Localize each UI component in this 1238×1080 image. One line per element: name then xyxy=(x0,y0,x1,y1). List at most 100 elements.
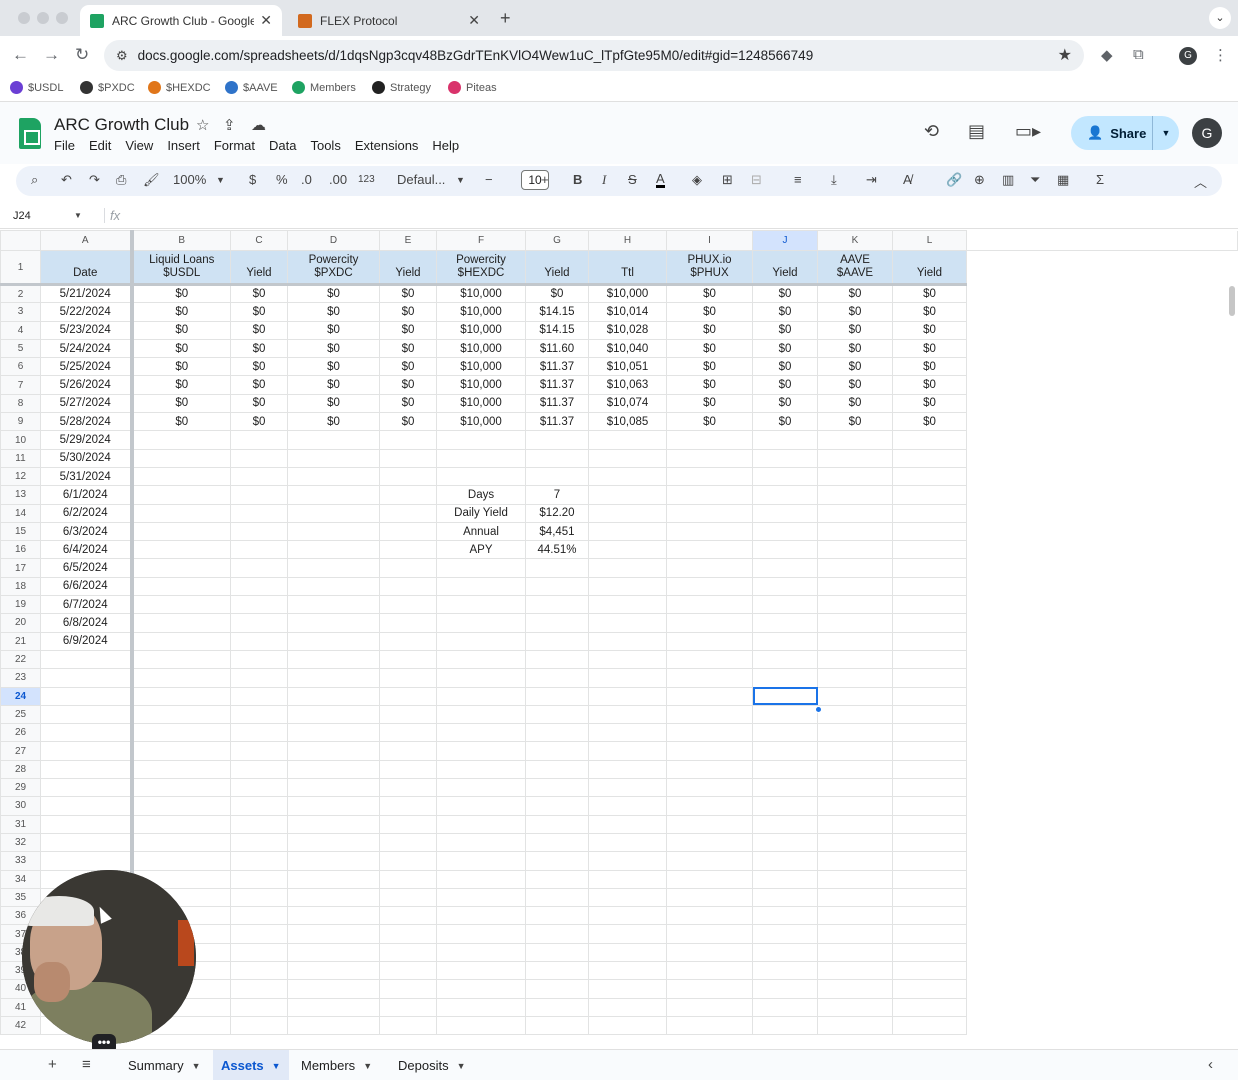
bookmark-item[interactable]: Piteas xyxy=(448,81,497,94)
cell[interactable]: $0 xyxy=(666,338,753,359)
cell[interactable] xyxy=(287,521,380,542)
cell[interactable] xyxy=(588,832,667,853)
cell[interactable] xyxy=(752,466,818,487)
cell[interactable] xyxy=(230,814,288,834)
cell[interactable] xyxy=(525,942,589,962)
cell[interactable] xyxy=(131,832,231,853)
cell[interactable] xyxy=(817,466,893,487)
cell[interactable] xyxy=(666,558,753,578)
cell[interactable] xyxy=(287,503,380,523)
cell[interactable] xyxy=(817,924,893,944)
cell[interactable] xyxy=(436,576,526,597)
cell[interactable] xyxy=(287,906,380,926)
cell[interactable] xyxy=(436,869,526,889)
cell[interactable] xyxy=(892,796,967,816)
cell[interactable] xyxy=(752,997,818,1017)
cell[interactable] xyxy=(230,979,288,999)
cell[interactable]: $10,000 xyxy=(436,375,526,395)
column-title-cell[interactable]: Liquid Loans $USDL xyxy=(131,250,231,286)
cell[interactable]: $0 xyxy=(752,375,818,395)
name-box-chevron-icon[interactable]: ▼ xyxy=(74,211,82,220)
cell[interactable] xyxy=(379,960,437,981)
cell[interactable]: $0 xyxy=(379,320,437,340)
percent-format-button[interactable]: % xyxy=(276,172,288,187)
comments-icon[interactable]: ▤ xyxy=(968,121,985,142)
cell[interactable] xyxy=(379,521,437,542)
insert-chart-icon[interactable]: ▥ xyxy=(1002,172,1014,188)
cell[interactable] xyxy=(752,521,818,542)
cell[interactable] xyxy=(287,723,380,743)
cell[interactable] xyxy=(752,704,818,725)
cell[interactable]: $0 xyxy=(666,393,753,414)
forward-arrow-icon[interactable]: → xyxy=(43,45,60,65)
cell[interactable] xyxy=(131,595,231,615)
cell[interactable] xyxy=(230,704,288,725)
cell[interactable] xyxy=(436,906,526,926)
cell[interactable] xyxy=(379,796,437,816)
cell[interactable]: $0 xyxy=(379,375,437,395)
cell[interactable] xyxy=(666,649,753,670)
cell[interactable]: $0 xyxy=(752,338,818,359)
cell[interactable] xyxy=(230,613,288,633)
cell[interactable] xyxy=(752,759,818,780)
cell[interactable] xyxy=(892,668,967,688)
add-sheet-icon[interactable]: + xyxy=(48,1056,57,1073)
cell[interactable] xyxy=(230,558,288,578)
cell[interactable] xyxy=(379,887,437,908)
cell[interactable]: $0 xyxy=(666,320,753,340)
cell[interactable] xyxy=(666,979,753,999)
cell[interactable] xyxy=(131,466,231,487)
cell[interactable]: $0 xyxy=(287,320,380,340)
cell[interactable] xyxy=(379,540,437,560)
cell[interactable] xyxy=(230,448,288,468)
column-title-cell[interactable]: Powercity $PXDC xyxy=(287,250,380,286)
cell[interactable] xyxy=(666,887,753,908)
cell[interactable] xyxy=(817,649,893,670)
cell[interactable] xyxy=(40,704,134,725)
menu-extensions[interactable]: Extensions xyxy=(355,138,419,153)
scroll-tabs-left-icon[interactable]: ‹ xyxy=(1208,1056,1213,1073)
print-icon[interactable]: ⎙ xyxy=(116,172,126,188)
cell[interactable]: APY xyxy=(436,540,526,560)
cell[interactable] xyxy=(588,887,667,908)
cell[interactable] xyxy=(230,503,288,523)
cell[interactable] xyxy=(752,485,818,505)
cell[interactable] xyxy=(892,942,967,962)
cell[interactable]: $12.20 xyxy=(525,503,589,523)
cell[interactable] xyxy=(525,832,589,853)
font-family-select[interactable]: Defaul... xyxy=(397,172,445,187)
cell[interactable] xyxy=(230,796,288,816)
cell[interactable] xyxy=(892,521,967,542)
cell[interactable] xyxy=(40,686,134,706)
cell[interactable] xyxy=(666,521,753,542)
cell[interactable]: $0 xyxy=(525,283,589,304)
cell[interactable] xyxy=(666,942,753,962)
cell[interactable]: Daily Yield xyxy=(436,503,526,523)
row-header[interactable]: 20 xyxy=(0,613,41,633)
column-header[interactable]: B xyxy=(131,230,231,251)
increase-decimal-button[interactable]: .00 xyxy=(329,172,347,187)
cell[interactable] xyxy=(588,869,667,889)
cell[interactable] xyxy=(892,613,967,633)
row-header[interactable]: 26 xyxy=(0,723,41,743)
cell[interactable] xyxy=(817,796,893,816)
cell[interactable] xyxy=(588,796,667,816)
row-header[interactable]: 1 xyxy=(0,250,41,286)
menu-format[interactable]: Format xyxy=(214,138,255,153)
cell[interactable] xyxy=(287,997,380,1017)
cell[interactable] xyxy=(379,448,437,468)
row-header[interactable]: 28 xyxy=(0,759,41,780)
cell[interactable]: $0 xyxy=(752,357,818,377)
row-header[interactable]: 27 xyxy=(0,741,41,761)
cell[interactable] xyxy=(379,466,437,487)
cell[interactable] xyxy=(588,649,667,670)
cell[interactable] xyxy=(525,906,589,926)
row-header[interactable]: 22 xyxy=(0,649,41,670)
sheet-tab-chevron-icon[interactable]: ▼ xyxy=(363,1061,372,1071)
cell[interactable] xyxy=(436,887,526,908)
vertical-align-icon[interactable]: ⤓ xyxy=(831,172,837,188)
column-header[interactable]: G xyxy=(525,230,589,251)
cell[interactable] xyxy=(436,430,526,450)
text-wrapping-icon[interactable]: ⇥ xyxy=(866,172,877,188)
cell[interactable] xyxy=(892,887,967,908)
